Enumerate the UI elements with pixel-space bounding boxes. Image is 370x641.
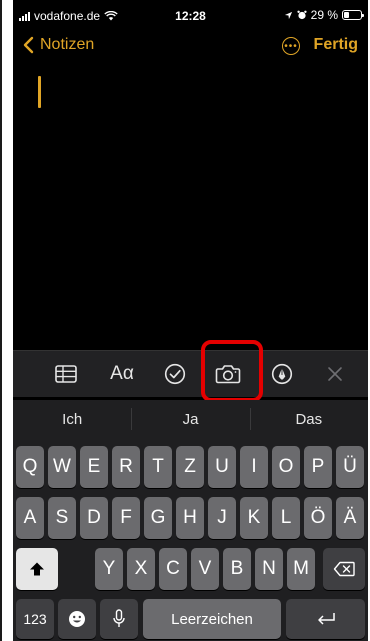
key-k[interactable]: K — [240, 497, 268, 539]
phone-screen: vodafone.de 12:28 29 % Notizen ••• Ferti… — [13, 0, 368, 641]
suggestion-bar: Ich Ja Das — [13, 400, 368, 438]
key-e[interactable]: E — [80, 446, 108, 488]
key-ue[interactable]: Ü — [336, 446, 364, 488]
pen-icon — [271, 363, 293, 385]
emoji-key[interactable] — [58, 599, 96, 639]
key-y[interactable]: Y — [95, 548, 123, 590]
navigation-bar: Notizen ••• Fertig — [13, 32, 368, 64]
suggestion-item[interactable]: Ja — [131, 400, 249, 438]
return-key[interactable] — [286, 599, 365, 639]
key-o[interactable]: O — [272, 446, 300, 488]
key-i[interactable]: I — [240, 446, 268, 488]
key-b[interactable]: B — [223, 548, 251, 590]
key-d[interactable]: D — [80, 497, 108, 539]
suggestion-item[interactable]: Ich — [13, 400, 131, 438]
status-right: 29 % — [284, 8, 364, 22]
key-j[interactable]: J — [208, 497, 236, 539]
key-x[interactable]: X — [127, 548, 155, 590]
key-v[interactable]: V — [191, 548, 219, 590]
table-icon — [55, 365, 77, 383]
key-t[interactable]: T — [144, 446, 172, 488]
checklist-button[interactable] — [160, 359, 190, 389]
close-icon — [328, 367, 342, 381]
back-label: Notizen — [40, 36, 95, 53]
text-format-label: Aα — [110, 363, 134, 384]
dictation-key[interactable] — [100, 599, 138, 639]
return-icon — [317, 613, 335, 625]
location-icon — [284, 11, 292, 19]
markup-button[interactable] — [267, 359, 297, 389]
table-button[interactable] — [51, 359, 81, 389]
format-toolbar: Aα — [13, 350, 368, 397]
done-button[interactable]: Fertig — [314, 36, 358, 54]
key-l[interactable]: L — [272, 497, 300, 539]
key-s[interactable]: S — [48, 497, 76, 539]
microphone-icon — [113, 609, 125, 627]
emoji-icon — [69, 611, 85, 627]
shift-key[interactable] — [16, 548, 58, 590]
note-editor[interactable] — [13, 66, 368, 348]
battery-icon — [342, 10, 364, 20]
text-format-button[interactable]: Aα — [105, 359, 139, 389]
text-cursor — [38, 76, 41, 108]
checklist-icon — [164, 363, 186, 385]
key-p[interactable]: P — [304, 446, 332, 488]
key-n[interactable]: N — [255, 548, 283, 590]
key-r[interactable]: R — [112, 446, 140, 488]
alarm-icon — [297, 10, 307, 20]
key-h[interactable]: H — [176, 497, 204, 539]
battery-percentage: 29 % — [310, 8, 338, 22]
more-options-icon[interactable]: ••• — [282, 37, 300, 55]
key-ae[interactable]: Ä — [336, 497, 364, 539]
key-g[interactable]: G — [144, 497, 172, 539]
chevron-left-icon — [23, 36, 34, 54]
back-button[interactable]: Notizen — [23, 36, 94, 54]
keyboard: Q W E R T Z U I O P Ü A S D F G H J K L … — [13, 438, 368, 641]
key-q[interactable]: Q — [16, 446, 44, 488]
space-key[interactable]: Leerzeichen — [143, 599, 281, 639]
shift-icon — [30, 562, 44, 576]
camera-highlight — [201, 340, 263, 402]
key-m[interactable]: M — [287, 548, 315, 590]
close-toolbar-button[interactable] — [321, 359, 349, 389]
key-z[interactable]: Z — [176, 446, 204, 488]
key-u[interactable]: U — [208, 446, 236, 488]
delete-key[interactable] — [323, 548, 365, 590]
status-bar: vodafone.de 12:28 29 % — [13, 0, 368, 30]
backspace-icon — [333, 561, 355, 577]
key-c[interactable]: C — [159, 548, 187, 590]
numbers-key[interactable]: 123 — [16, 599, 54, 639]
key-oe[interactable]: Ö — [304, 497, 332, 539]
suggestion-item[interactable]: Das — [249, 400, 368, 438]
key-f[interactable]: F — [112, 497, 140, 539]
key-w[interactable]: W — [48, 446, 76, 488]
key-a[interactable]: A — [16, 497, 44, 539]
